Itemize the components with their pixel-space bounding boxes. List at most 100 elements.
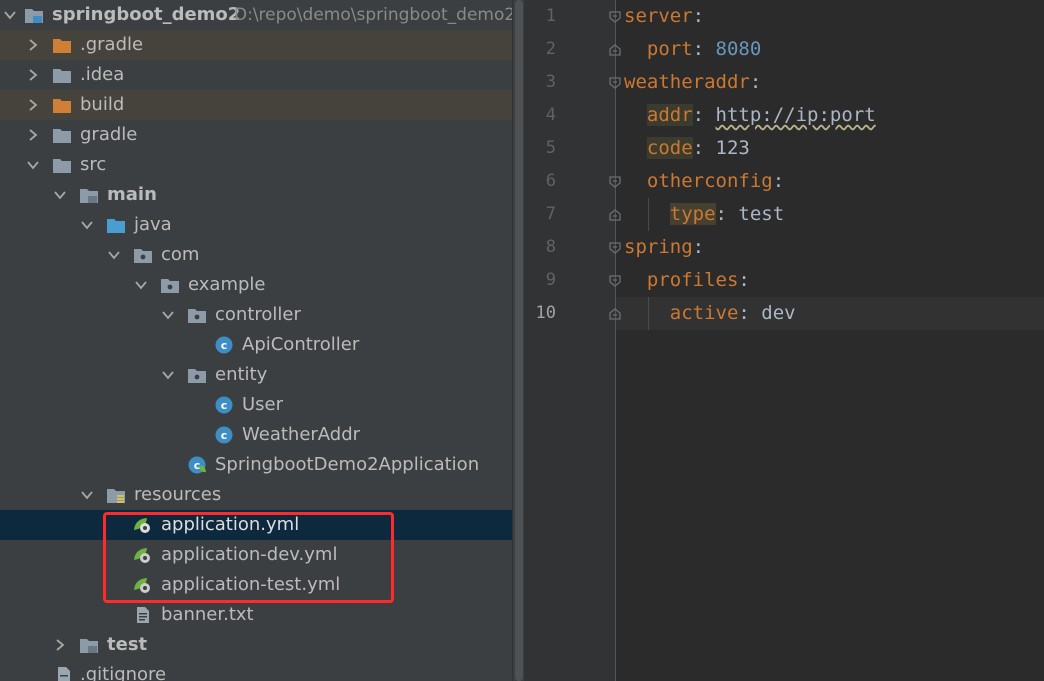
class-icon: c: [214, 426, 234, 444]
tree-item-test[interactable]: test: [0, 630, 524, 660]
svg-text:c: c: [221, 429, 228, 442]
chevron-down-icon[interactable]: [4, 9, 16, 21]
yaml-separator: :: [738, 269, 750, 291]
fold-close-icon[interactable]: [608, 43, 622, 57]
tree-item-label: controller: [215, 304, 301, 325]
line-number: 7: [545, 204, 556, 224]
package-icon: [160, 276, 180, 294]
chevron-right-icon[interactable]: [27, 39, 39, 51]
project-tree: springboot_demo2 D:\repo\demo\springboot…: [0, 0, 524, 681]
module-folder-icon: [24, 6, 44, 24]
chevron-down-icon[interactable]: [81, 489, 93, 501]
tree-item-gradle-dir[interactable]: .gradle: [0, 30, 524, 60]
tree-item-main[interactable]: main: [0, 180, 524, 210]
chevron-down-icon[interactable]: [27, 159, 39, 171]
yaml-separator: :: [715, 203, 739, 225]
fold-close-icon[interactable]: [608, 208, 622, 222]
excluded-folder-icon: [52, 36, 72, 54]
tree-item-build[interactable]: build: [0, 90, 524, 120]
tree-item-label: springboot_demo2: [52, 4, 241, 25]
yaml-value: test: [738, 203, 785, 225]
tree-item-controller[interactable]: controller: [0, 300, 524, 330]
yaml-key: active: [669, 302, 739, 324]
tree-scrollbar[interactable]: [512, 0, 524, 681]
module-folder-icon: [79, 186, 99, 204]
line-number: 4: [545, 105, 556, 125]
yaml-key: profiles: [646, 269, 739, 291]
project-path: D:\repo\demo\springboot_demo2: [234, 5, 516, 25]
fold-open-icon[interactable]: [608, 274, 622, 288]
tree-item-idea[interactable]: .idea: [0, 60, 524, 90]
tree-item-example[interactable]: example: [0, 270, 524, 300]
yaml-separator: :: [692, 104, 716, 126]
tree-item-label: WeatherAddr: [242, 424, 361, 445]
tree-item-label: .gitignore: [80, 664, 167, 681]
svg-text:c: c: [194, 459, 201, 472]
line-number: 5: [545, 138, 556, 158]
line-number: 9: [545, 270, 556, 290]
tree-item-label: resources: [134, 484, 222, 505]
tree-item-entity[interactable]: entity: [0, 360, 524, 390]
class-icon: c: [214, 396, 234, 414]
tree-item-springbootdemo2application[interactable]: c SpringbootDemo2Application: [0, 450, 524, 480]
code-line: otherconfig:: [624, 165, 784, 198]
yaml-separator: :: [692, 236, 705, 258]
chevron-right-icon[interactable]: [27, 69, 39, 81]
folder-icon: [52, 156, 72, 174]
tree-item-label: banner.txt: [161, 604, 254, 625]
yaml-value: 8080: [715, 38, 762, 60]
tree-item-gitignore[interactable]: .gitignore: [0, 660, 524, 681]
tree-item-label: .idea: [80, 64, 125, 85]
tree-item-java[interactable]: java: [0, 210, 524, 240]
tree-item-label: ApiController: [242, 334, 360, 355]
chevron-right-icon[interactable]: [27, 129, 39, 141]
excluded-folder-icon: [52, 96, 72, 114]
yaml-key: spring: [624, 236, 693, 258]
fold-close-icon[interactable]: [608, 307, 622, 321]
code-editor[interactable]: 1 2 3 4 5 6 7 8 9 10 server: port: 8080 …: [524, 0, 1044, 681]
chevron-down-icon[interactable]: [162, 369, 174, 381]
chevron-down-icon[interactable]: [108, 249, 120, 261]
fold-open-icon[interactable]: [608, 175, 622, 189]
tree-item-banner-txt[interactable]: banner.txt: [0, 600, 524, 630]
scrollbar-thumb[interactable]: [515, 0, 523, 681]
yaml-key: weatheraddr: [624, 71, 750, 93]
fold-open-icon[interactable]: [608, 76, 622, 90]
yaml-separator: :: [692, 38, 716, 60]
tree-item-label: main: [107, 184, 157, 205]
tree-item-label: com: [161, 244, 200, 265]
tree-item-user[interactable]: c User: [0, 390, 524, 420]
yaml-separator: :: [772, 170, 785, 192]
chevron-right-icon[interactable]: [27, 99, 39, 111]
package-icon: [187, 306, 207, 324]
fold-open-icon[interactable]: [608, 10, 622, 24]
line-number: 1: [545, 6, 556, 26]
tree-item-weatheraddr[interactable]: c WeatherAddr: [0, 420, 524, 450]
tree-item-com[interactable]: com: [0, 240, 524, 270]
fold-open-icon[interactable]: [608, 241, 622, 255]
chevron-down-icon[interactable]: [54, 189, 66, 201]
gutter-divider: [615, 0, 616, 681]
yaml-separator: :: [749, 71, 762, 93]
code-line: profiles:: [624, 264, 750, 297]
tree-item-src[interactable]: src: [0, 150, 524, 180]
chevron-down-icon[interactable]: [81, 219, 93, 231]
tree-item-label: gradle: [80, 124, 138, 145]
chevron-down-icon[interactable]: [162, 309, 174, 321]
chevron-down-icon[interactable]: [135, 279, 147, 291]
tree-item-gradle[interactable]: gradle: [0, 120, 524, 150]
chevron-right-icon[interactable]: [54, 639, 66, 651]
tree-item-apicontroller[interactable]: c ApiController: [0, 330, 524, 360]
module-folder-icon: [79, 636, 99, 654]
svg-text:c: c: [221, 399, 228, 412]
tree-item-resources[interactable]: resources: [0, 480, 524, 510]
class-icon: c: [214, 336, 234, 354]
yaml-value: 123: [715, 137, 750, 159]
tree-item-label: User: [242, 394, 284, 415]
tree-item-root[interactable]: springboot_demo2 D:\repo\demo\springboot…: [0, 0, 524, 30]
yaml-separator: :: [692, 5, 705, 27]
tree-item-label: java: [134, 214, 172, 235]
package-icon: [133, 246, 153, 264]
yaml-separator: :: [738, 302, 762, 324]
svg-text:c: c: [221, 339, 228, 352]
